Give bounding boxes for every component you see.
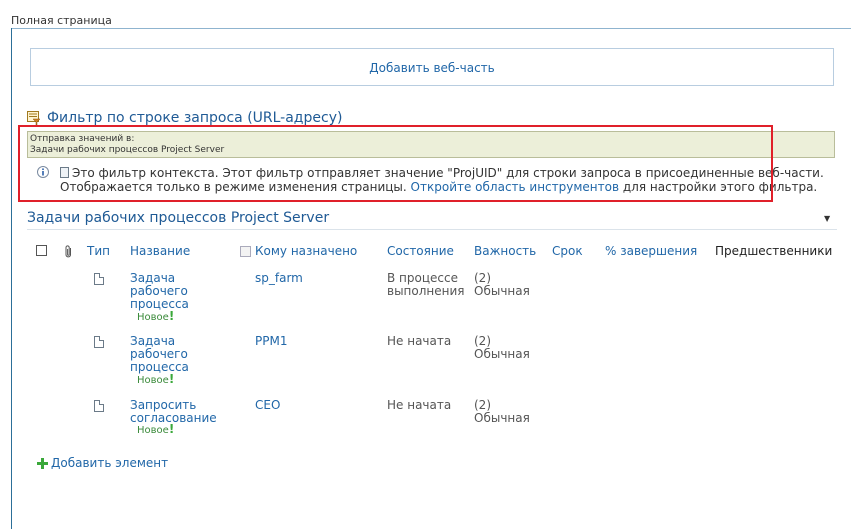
assigned-to-link[interactable]: PPM1 bbox=[255, 335, 287, 348]
column-header-type[interactable]: Тип bbox=[87, 244, 110, 258]
zone-border-left bbox=[11, 28, 12, 529]
priority-text: (2) Обычная bbox=[474, 271, 530, 298]
status-text: Не начата bbox=[387, 398, 452, 412]
attachment-icon[interactable] bbox=[64, 245, 73, 261]
document-icon bbox=[94, 400, 104, 412]
task-name-link[interactable]: Задача рабочего процесса bbox=[130, 335, 189, 374]
document-icon bbox=[94, 336, 104, 348]
assigned-to-link[interactable]: sp_farm bbox=[255, 272, 303, 285]
column-header-name[interactable]: Название bbox=[130, 244, 190, 258]
column-header-assigned[interactable]: Кому назначено bbox=[255, 244, 357, 258]
column-header-assigned-checkbox bbox=[240, 246, 251, 257]
list-title[interactable]: Задачи рабочих процессов Project Server bbox=[27, 210, 329, 226]
status-text: В процессе выполнения bbox=[387, 271, 465, 298]
zone-border-top bbox=[11, 28, 851, 29]
zone-title: Полная страница bbox=[11, 14, 112, 27]
column-header-predecessors: Предшественники bbox=[715, 244, 833, 258]
new-badge: Новое! bbox=[137, 372, 175, 387]
column-header-status[interactable]: Состояние bbox=[387, 244, 454, 258]
list-title-divider bbox=[27, 229, 837, 230]
task-name-link[interactable]: Задача рабочего процесса bbox=[130, 272, 189, 311]
add-item-label[interactable]: Добавить элемент bbox=[51, 456, 168, 470]
new-badge: Новое! bbox=[137, 422, 175, 437]
column-header-percent[interactable]: % завершения bbox=[605, 244, 697, 258]
add-webpart-box: Добавить веб-часть bbox=[30, 48, 834, 86]
filter-title[interactable]: Фильтр по строке запроса (URL-адресу) bbox=[47, 110, 342, 126]
add-item-link[interactable]: Добавить элемент bbox=[37, 456, 168, 470]
assigned-to-link[interactable]: CEO bbox=[255, 399, 280, 412]
priority-text: (2) Обычная bbox=[474, 334, 530, 361]
document-icon bbox=[94, 273, 104, 285]
plus-icon bbox=[37, 457, 48, 469]
new-badge: Новое! bbox=[137, 309, 175, 324]
list-menu-dropdown-icon[interactable]: ▼ bbox=[824, 214, 830, 223]
highlight-frame bbox=[18, 125, 773, 202]
priority-text: (2) Обычная bbox=[474, 398, 530, 425]
status-text: Не начата bbox=[387, 334, 452, 348]
column-header-due[interactable]: Срок bbox=[552, 244, 583, 258]
filter-webpart-icon bbox=[27, 111, 41, 126]
column-header-priority[interactable]: Важность bbox=[474, 244, 536, 258]
add-webpart-link[interactable]: Добавить веб-часть bbox=[31, 61, 833, 75]
select-all-checkbox[interactable] bbox=[36, 245, 47, 256]
